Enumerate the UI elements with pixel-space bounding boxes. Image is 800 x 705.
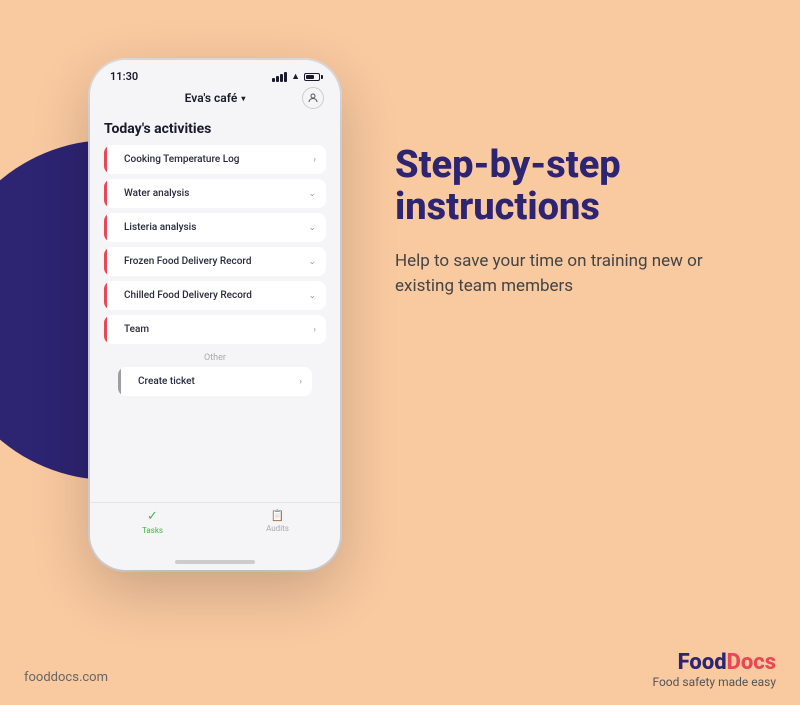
wifi-icon: ▲	[291, 71, 300, 82]
tasks-icon: ✓	[147, 509, 158, 524]
accent-bar	[104, 146, 107, 174]
phone-mockup: 11:30 ▲ Eva's café ▾	[90, 60, 340, 570]
other-list: Create ticket ›	[118, 367, 312, 396]
chevron-icon: ⌄	[308, 257, 316, 267]
main-headline: Step-by-step instructions	[395, 145, 765, 229]
accent-bar	[104, 282, 107, 310]
accent-bar	[104, 248, 107, 276]
other-section: Other Create ticket ›	[104, 349, 326, 403]
chevron-icon: ›	[313, 155, 316, 165]
tab-bar: ✓ Tasks 📋 Audits	[90, 502, 340, 545]
profile-button[interactable]	[302, 87, 324, 109]
chevron-icon: ›	[313, 325, 316, 335]
signal-icon	[272, 72, 287, 82]
section-title: Today's activities	[104, 121, 326, 137]
phone-status-bar: 11:30 ▲	[90, 60, 340, 87]
activity-label: Chilled Food Delivery Record	[124, 290, 308, 301]
footer-brand: FoodDocs Food safety made easy	[652, 650, 776, 689]
chevron-icon: ›	[299, 377, 302, 387]
accent-bar	[104, 180, 107, 208]
chevron-down-icon: ▾	[241, 94, 245, 103]
list-item[interactable]: Cooking Temperature Log ›	[104, 145, 326, 174]
main-description: Help to save your time on training new o…	[395, 249, 715, 300]
footer-website: fooddocs.com	[24, 670, 108, 685]
home-indicator	[90, 545, 340, 570]
activity-label: Listeria analysis	[124, 222, 308, 233]
list-item[interactable]: Chilled Food Delivery Record ⌄	[104, 281, 326, 310]
accent-bar	[118, 368, 121, 396]
list-item[interactable]: Frozen Food Delivery Record ⌄	[104, 247, 326, 276]
accent-bar	[104, 316, 107, 344]
chevron-icon: ⌄	[308, 189, 316, 199]
list-item[interactable]: Team ›	[104, 315, 326, 344]
status-icons: ▲	[272, 71, 320, 82]
activity-label: Water analysis	[124, 188, 308, 199]
chevron-icon: ⌄	[308, 223, 316, 233]
cafe-selector[interactable]: Eva's café ▾	[185, 91, 246, 105]
other-label: Other	[118, 353, 312, 363]
brand-tagline: Food safety made easy	[652, 675, 776, 689]
list-item[interactable]: Create ticket ›	[118, 367, 312, 396]
audits-icon: 📋	[271, 509, 285, 522]
activity-label: Cooking Temperature Log	[124, 154, 313, 165]
activity-label: Create ticket	[138, 376, 299, 387]
cafe-name: Eva's café	[185, 91, 238, 105]
list-item[interactable]: Water analysis ⌄	[104, 179, 326, 208]
phone-content: Today's activities Cooking Temperature L…	[90, 113, 340, 570]
tab-tasks[interactable]: ✓ Tasks	[90, 509, 215, 535]
tab-audits[interactable]: 📋 Audits	[215, 509, 340, 535]
status-time: 11:30	[110, 70, 138, 83]
brand-name: FoodDocs	[652, 650, 776, 675]
activity-list: Cooking Temperature Log › Water analysis…	[104, 145, 326, 344]
activity-label: Frozen Food Delivery Record	[124, 256, 308, 267]
right-content: Step-by-step instructions Help to save y…	[395, 145, 765, 300]
tab-tasks-label: Tasks	[142, 526, 163, 535]
accent-bar	[104, 214, 107, 242]
battery-icon	[304, 73, 320, 81]
activity-label: Team	[124, 324, 313, 335]
chevron-icon: ⌄	[308, 291, 316, 301]
app-header: Eva's café ▾	[90, 87, 340, 113]
list-item[interactable]: Listeria analysis ⌄	[104, 213, 326, 242]
activities-section: Today's activities Cooking Temperature L…	[90, 113, 340, 502]
website-url: fooddocs.com	[24, 670, 108, 685]
tab-audits-label: Audits	[266, 524, 289, 533]
